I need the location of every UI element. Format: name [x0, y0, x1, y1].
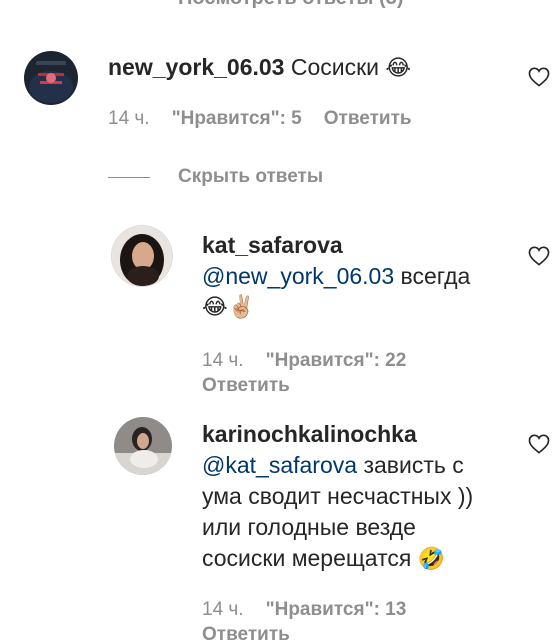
heart-icon[interactable]	[528, 434, 550, 454]
likes-count[interactable]: "Нравится": 22	[266, 350, 407, 371]
mention-link[interactable]: @kat_safarova	[202, 452, 357, 478]
comment-text: Сосиски	[290, 54, 380, 80]
comment-text-line-1: зависть с	[363, 452, 464, 478]
comment-body: karinochkalinochka @kat_safarova зависть…	[202, 419, 522, 575]
comment-meta: 14 ч. "Нравится": 22 Ответить	[202, 348, 406, 398]
avatar[interactable]	[114, 417, 172, 475]
hide-replies-button[interactable]: Скрыть ответы	[178, 166, 323, 188]
view-replies-link[interactable]: Посмотреть ответы (3)	[178, 0, 404, 10]
comment-time: 14 ч.	[202, 599, 244, 620]
comment-body: new_york_06.03 Сосиски 😂	[108, 52, 411, 84]
comment-text-line-2: ума сводит несчастных ))	[202, 483, 474, 509]
comment-time: 14 ч.	[108, 108, 150, 129]
comment-username[interactable]: new_york_06.03	[108, 54, 284, 80]
mention-link[interactable]: @new_york_06.03	[202, 263, 394, 289]
comment-text-line-4: сосиски мерещатся	[202, 545, 412, 571]
comment-meta: 14 ч. "Нравится": 5 Ответить	[108, 108, 412, 130]
likes-count[interactable]: "Нравится": 5	[172, 108, 302, 129]
laughing-tears-emoji: 😂	[385, 56, 412, 81]
heart-icon[interactable]	[528, 246, 550, 266]
reply-button[interactable]: Ответить	[202, 624, 290, 642]
emoji-line: 😂✌🏼	[202, 295, 256, 320]
comment-body: kat_safarova @new_york_06.03 всегда 😂✌🏼	[202, 230, 522, 323]
comments-thread: Посмотреть ответы (3) new_york_06.03 Сос…	[0, 0, 560, 642]
comment-username[interactable]: kat_safarova	[202, 230, 522, 261]
comment-username[interactable]: karinochkalinochka	[202, 419, 522, 450]
heart-icon[interactable]	[528, 67, 550, 87]
replies-divider	[108, 177, 150, 178]
comment-text-line-3: или голодные везде	[202, 514, 416, 540]
rolling-laugh-emoji: 🤣	[417, 547, 446, 572]
likes-count[interactable]: "Нравится": 13	[266, 599, 407, 620]
comment-text: всегда	[400, 263, 471, 289]
avatar[interactable]	[112, 226, 172, 286]
reply-button[interactable]: Ответить	[324, 108, 412, 129]
avatar[interactable]	[24, 51, 78, 105]
reply-button[interactable]: Ответить	[202, 375, 290, 396]
comment-time: 14 ч.	[202, 350, 244, 371]
comment-meta: 14 ч. "Нравится": 13 Ответить	[202, 597, 406, 642]
